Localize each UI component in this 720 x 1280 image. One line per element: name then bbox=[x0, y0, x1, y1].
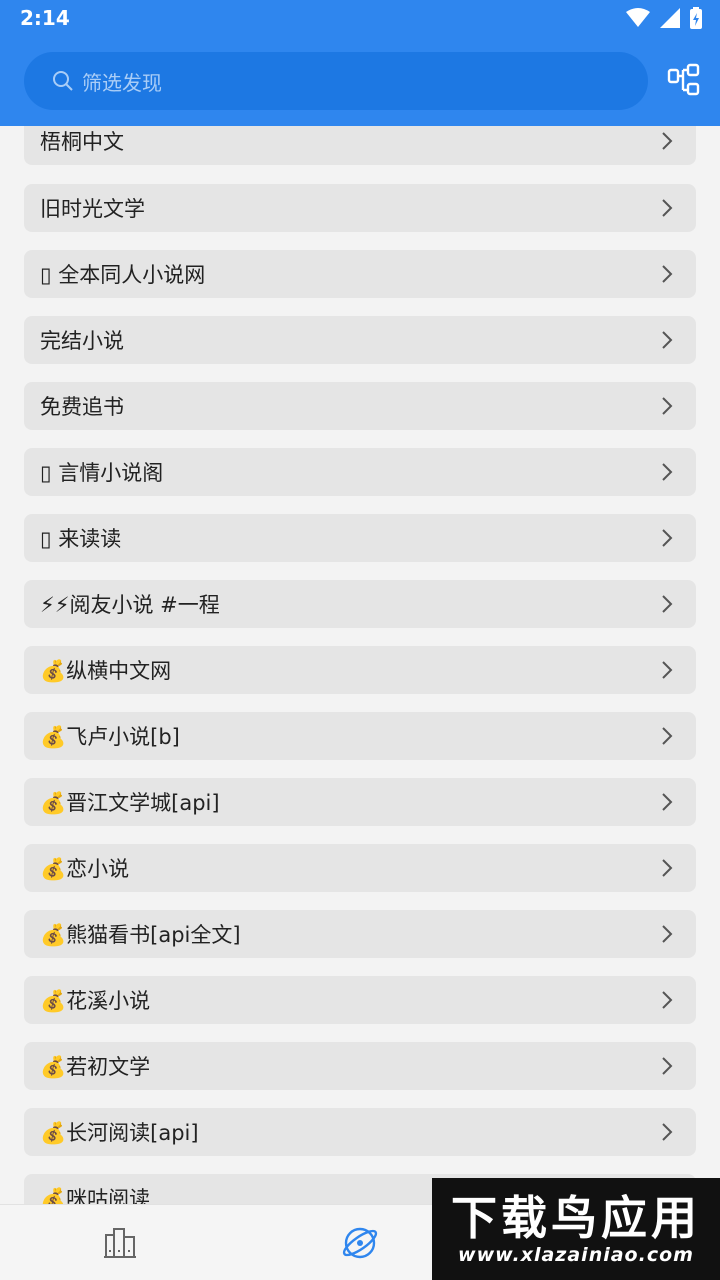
list-item[interactable]: 完结小说 bbox=[24, 316, 696, 364]
list-item[interactable]: 💰晋江文学城[api] bbox=[24, 778, 696, 826]
chevron-right-icon bbox=[662, 529, 673, 547]
battery-icon bbox=[690, 7, 702, 29]
wifi-icon bbox=[626, 8, 650, 27]
list-item-label: 免费追书 bbox=[40, 395, 124, 419]
list-item[interactable]: 💰纵横中文网 bbox=[24, 646, 696, 694]
status-icons bbox=[626, 7, 702, 29]
list-item[interactable]: 💰若初文学 bbox=[24, 1042, 696, 1090]
chevron-right-icon bbox=[662, 331, 673, 349]
search-icon bbox=[53, 71, 73, 91]
list-item[interactable]: 💰恋小说 bbox=[24, 844, 696, 892]
explore-icon[interactable] bbox=[340, 1223, 380, 1263]
list-item[interactable]: ▯ 言情小说阁 bbox=[24, 448, 696, 496]
app-bar: 2:14 筛选发现 bbox=[0, 0, 720, 126]
watermark-url: www.xlazainiao.com bbox=[458, 1244, 694, 1266]
list-item-label: ▯ 言情小说阁 bbox=[40, 461, 164, 485]
list-item-label: 💰若初文学 bbox=[40, 1055, 151, 1079]
status-time: 2:14 bbox=[20, 6, 70, 30]
chevron-right-icon bbox=[662, 397, 673, 415]
signal-icon bbox=[660, 8, 680, 28]
list-item-label: 梧桐中文 bbox=[40, 130, 124, 154]
list-item-label: 💰恋小说 bbox=[40, 857, 130, 881]
list-item-label: 💰花溪小说 bbox=[40, 989, 151, 1013]
list-item-label: 旧时光文学 bbox=[40, 197, 145, 221]
search-placeholder: 筛选发现 bbox=[82, 70, 162, 95]
chevron-right-icon bbox=[662, 727, 673, 745]
list-item[interactable]: 💰花溪小说 bbox=[24, 976, 696, 1024]
chevron-right-icon bbox=[662, 199, 673, 217]
list-item[interactable]: 💰长河阅读[api] bbox=[24, 1108, 696, 1156]
chevron-right-icon bbox=[662, 1123, 673, 1141]
chevron-right-icon bbox=[662, 463, 673, 481]
watermark-title: 下载鸟应用 bbox=[451, 1191, 701, 1245]
search-field[interactable]: 筛选发现 bbox=[24, 52, 648, 110]
list-item[interactable]: 💰熊猫看书[api全文] bbox=[24, 910, 696, 958]
list-item-label: ⚡⚡阅友小说 #一程 bbox=[40, 593, 220, 617]
chevron-right-icon bbox=[662, 793, 673, 811]
status-bar: 2:14 bbox=[0, 0, 720, 36]
chevron-right-icon bbox=[662, 1057, 673, 1075]
chevron-right-icon bbox=[662, 925, 673, 943]
list-item[interactable]: ⚡⚡阅友小说 #一程 bbox=[24, 580, 696, 628]
watermark-logo: 下载鸟应用 www.xlazainiao.com bbox=[432, 1178, 720, 1280]
chevron-right-icon bbox=[662, 132, 673, 150]
list-item-label: 💰晋江文学城[api] bbox=[40, 791, 220, 815]
bookshelf-icon[interactable] bbox=[100, 1223, 140, 1263]
list-item-label: 💰长河阅读[api] bbox=[40, 1121, 199, 1145]
list-item[interactable]: ▯ 来读读 bbox=[24, 514, 696, 562]
list-item-label: 完结小说 bbox=[40, 329, 124, 353]
chevron-right-icon bbox=[662, 661, 673, 679]
group-filter-icon[interactable] bbox=[666, 62, 702, 98]
list-item-label: 💰飞卢小说[b] bbox=[40, 725, 180, 749]
chevron-right-icon bbox=[662, 265, 673, 283]
chevron-right-icon bbox=[662, 595, 673, 613]
chevron-right-icon bbox=[662, 859, 673, 877]
list-item[interactable]: ▯ 全本同人小说网 bbox=[24, 250, 696, 298]
list-item-label: ▯ 来读读 bbox=[40, 527, 122, 551]
list-item[interactable]: 💰飞卢小说[b] bbox=[24, 712, 696, 760]
list-item-label: ▯ 全本同人小说网 bbox=[40, 263, 206, 287]
list-item[interactable]: 旧时光文学 bbox=[24, 184, 696, 232]
list-item[interactable]: 免费追书 bbox=[24, 382, 696, 430]
list-item-label: 💰熊猫看书[api全文] bbox=[40, 923, 241, 947]
chevron-right-icon bbox=[662, 991, 673, 1009]
list-item-label: 💰纵横中文网 bbox=[40, 659, 172, 683]
